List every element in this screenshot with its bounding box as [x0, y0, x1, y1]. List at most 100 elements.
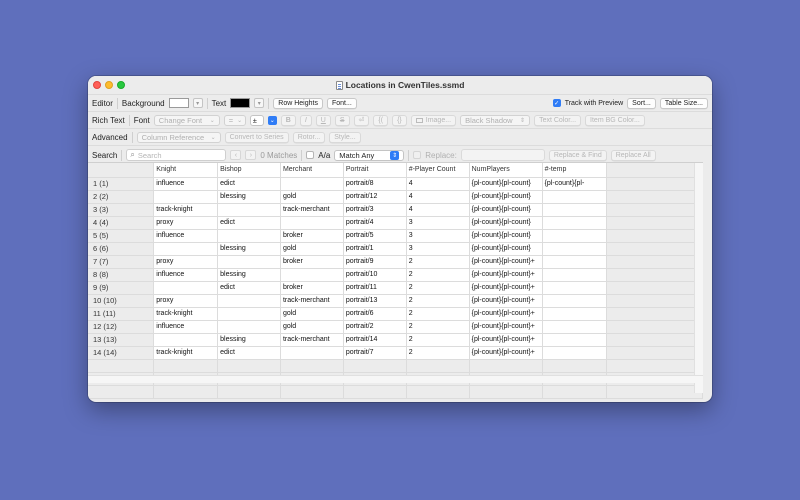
sort-button[interactable]: Sort... — [627, 97, 656, 109]
table-cell[interactable]: 2 — [406, 281, 470, 295]
alignment-stepper[interactable]: ⌄ — [267, 115, 277, 125]
table-cell[interactable]: {pl-count}{pl-count} — [469, 190, 543, 204]
table-cell[interactable]: track-merchant — [280, 203, 344, 217]
table-cell[interactable] — [542, 190, 608, 204]
column-header[interactable]: Merchant — [280, 163, 344, 178]
table-cell[interactable]: proxy — [153, 255, 219, 269]
table-cell[interactable]: track-knight — [153, 203, 219, 217]
table-cell[interactable]: {pl-count}{pl-count}+ — [469, 333, 543, 347]
table-row[interactable]: 6 (6) blessing gold portrait/1 3 {pl-count}{p… — [88, 242, 703, 256]
table-cell[interactable]: 3 — [406, 229, 470, 243]
row-header[interactable]: 11 (11) — [88, 307, 155, 321]
table-cell[interactable]: 4 — [406, 177, 470, 191]
table-cell[interactable]: influence — [153, 229, 219, 243]
table-cell[interactable]: edict — [217, 177, 281, 191]
table-cell[interactable]: track-merchant — [280, 294, 344, 308]
table-cell[interactable]: influence — [153, 320, 219, 334]
table-row[interactable]: 11 (11) track-knight gold portrait/6 2 {pl-co… — [88, 307, 703, 321]
font-size-dropdown[interactable]: = ⌄ — [223, 114, 246, 126]
insert-image-button[interactable]: Image... — [410, 114, 457, 126]
table-cell[interactable]: edict — [217, 346, 281, 360]
table-cell[interactable] — [542, 307, 608, 321]
table-cell[interactable]: {pl-count}{pl- — [542, 177, 608, 191]
table-cell[interactable]: blessing — [217, 190, 281, 204]
table-cell[interactable]: portrait/8 — [343, 177, 407, 191]
convert-to-series-button[interactable]: Convert to Series — [224, 131, 289, 143]
table-cell[interactable]: portrait/4 — [343, 216, 407, 230]
row-header[interactable]: 13 (13) — [88, 333, 155, 347]
table-row[interactable]: 9 (9) edict broker portrait/11 2 {pl-count}{p… — [88, 281, 703, 295]
zoom-window-button[interactable] — [117, 81, 125, 89]
table-cell[interactable]: 2 — [406, 346, 470, 360]
table-cell[interactable]: portrait/7 — [343, 346, 407, 360]
column-header[interactable]: Portrait — [343, 163, 407, 178]
table-cell[interactable]: {pl-count}{pl-count} — [469, 229, 543, 243]
next-match-button[interactable]: › — [245, 150, 257, 160]
row-header[interactable]: 9 (9) — [88, 281, 155, 295]
underline-button[interactable]: U — [315, 114, 331, 126]
style-button[interactable]: Style... — [329, 131, 361, 143]
table-cell[interactable]: 4 — [406, 190, 470, 204]
row-heights-button[interactable]: Row Heights — [273, 97, 323, 109]
font-button[interactable]: Font... — [326, 97, 357, 109]
table-cell[interactable] — [542, 242, 608, 256]
table-cell[interactable]: broker — [280, 281, 344, 295]
table-cell[interactable]: {pl-count}{pl-count} — [469, 177, 543, 191]
table-cell[interactable]: portrait/5 — [343, 229, 407, 243]
table-cell[interactable] — [542, 203, 608, 217]
table-row[interactable]: 1 (1) influence edict portrait/8 4 {pl-count}… — [88, 177, 703, 191]
column-header[interactable]: Bishop — [217, 163, 281, 178]
table-cell[interactable]: broker — [280, 255, 344, 269]
table-size-button[interactable]: Table Size... — [659, 97, 708, 109]
table-cell[interactable] — [542, 294, 608, 308]
table-cell[interactable]: gold — [280, 190, 344, 204]
table-cell[interactable]: 4 — [406, 203, 470, 217]
table-cell[interactable]: proxy — [153, 216, 219, 230]
table-cell[interactable] — [542, 333, 608, 347]
table-cell[interactable]: track-merchant — [280, 333, 344, 347]
table-cell[interactable]: track-knight — [153, 307, 219, 321]
table-cell[interactable]: portrait/6 — [343, 307, 407, 321]
table-row[interactable]: 3 (3) track-knight track-merchant portrait/… — [88, 203, 703, 217]
table-cell[interactable]: {pl-count}{pl-count}+ — [469, 294, 543, 308]
table-cell[interactable]: influence — [153, 268, 219, 282]
table-cell[interactable]: {pl-count}{pl-count}+ — [469, 281, 543, 295]
text-color-button[interactable]: Text Color... — [534, 114, 582, 126]
horizontal-scrollbar[interactable] — [88, 375, 703, 383]
table-cell[interactable] — [280, 216, 344, 230]
close-window-button[interactable] — [93, 81, 101, 89]
table-cell[interactable] — [217, 320, 281, 334]
search-field[interactable]: ⌕ — [126, 149, 227, 161]
table-row[interactable]: 4 (4) proxy edict portrait/4 3 {pl-count}{pl-… — [88, 216, 703, 230]
row-header[interactable]: 12 (12) — [88, 320, 155, 334]
table-cell[interactable]: 3 — [406, 242, 470, 256]
replace-input[interactable] — [460, 149, 545, 161]
table-cell[interactable] — [542, 346, 608, 360]
table-cell[interactable] — [542, 281, 608, 295]
table-cell[interactable] — [153, 190, 219, 204]
vertical-scrollbar[interactable] — [694, 163, 703, 393]
background-color-popup[interactable]: ▾ — [192, 98, 203, 108]
table-row[interactable]: 2 (2) blessing gold portrait/12 4 {pl-count}{… — [88, 190, 703, 204]
table-cell[interactable]: proxy — [153, 294, 219, 308]
table-cell[interactable] — [217, 229, 281, 243]
table-cell[interactable]: blessing — [217, 268, 281, 282]
table-row[interactable]: 12 (12) influence gold portrait/2 2 {pl-count… — [88, 320, 703, 334]
table-cell[interactable] — [153, 242, 219, 256]
column-header[interactable]: #-Player Count — [406, 163, 470, 178]
table-cell[interactable]: portrait/1 — [343, 242, 407, 256]
table-cell[interactable]: portrait/11 — [343, 281, 407, 295]
table-cell[interactable]: portrait/13 — [343, 294, 407, 308]
table-cell[interactable]: blessing — [217, 242, 281, 256]
table-cell[interactable]: {pl-count}{pl-count}+ — [469, 255, 543, 269]
table-cell[interactable]: 2 — [406, 320, 470, 334]
table-cell[interactable]: 2 — [406, 294, 470, 308]
previous-match-button[interactable]: ‹ — [230, 150, 242, 160]
row-header[interactable]: 14 (14) — [88, 346, 155, 360]
table-row[interactable]: 10 (10) proxy track-merchant portrait/13 2 {p… — [88, 294, 703, 308]
table-cell[interactable] — [280, 177, 344, 191]
table-cell[interactable]: blessing — [217, 333, 281, 347]
alignment-dropdown[interactable]: ± — [249, 114, 264, 126]
column-header[interactable]: #-temp — [542, 163, 608, 178]
table-cell[interactable]: edict — [217, 216, 281, 230]
